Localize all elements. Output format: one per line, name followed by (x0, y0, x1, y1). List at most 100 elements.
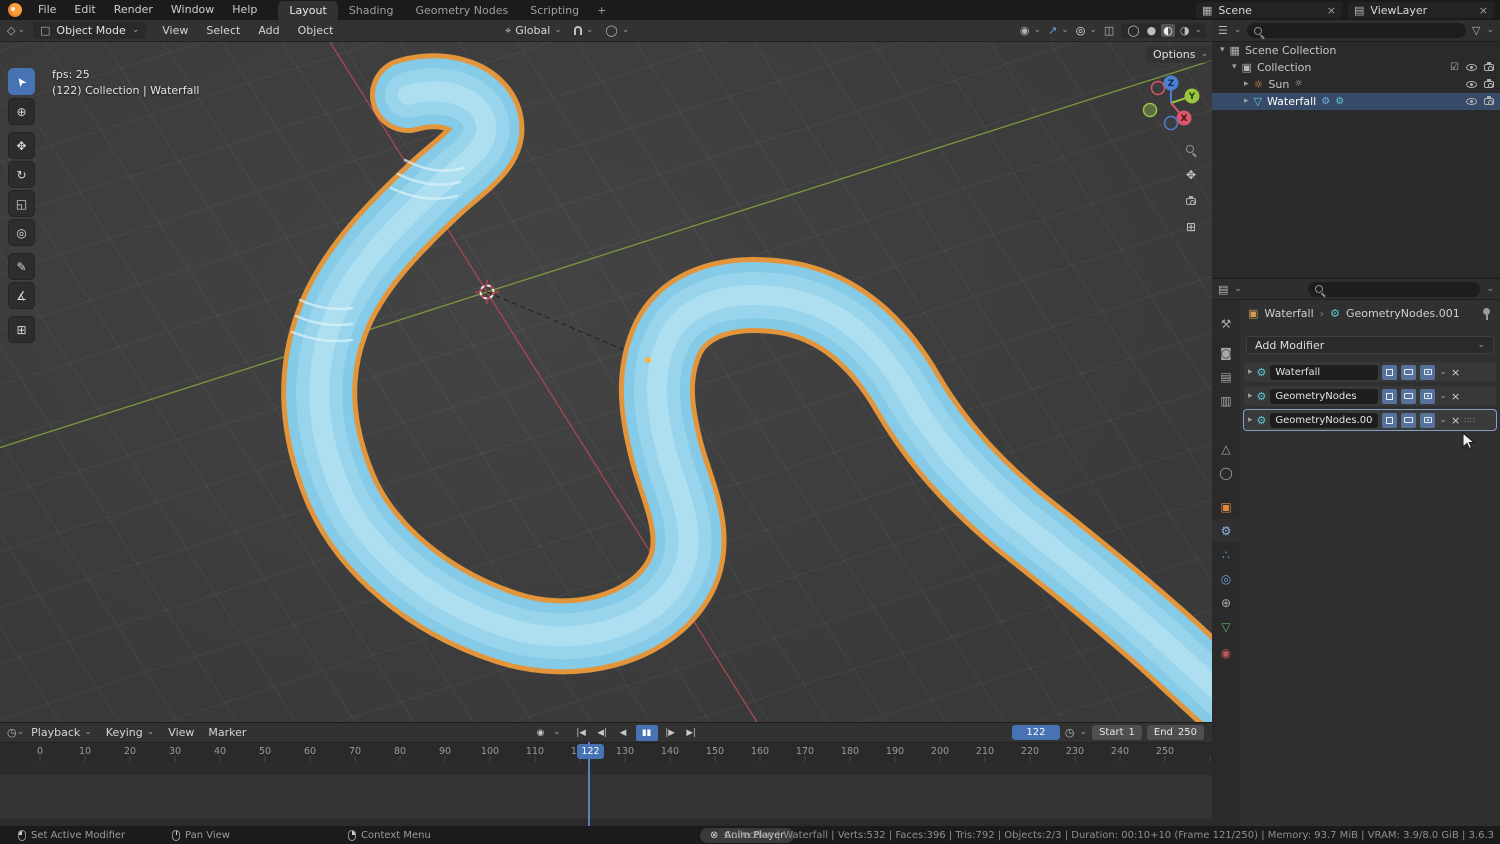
outliner-row-waterfall[interactable]: ▸ ▽ Waterfall ⚙ ⚙ (1212, 93, 1500, 110)
viewlayer-selector[interactable]: ▤ ViewLayer × (1348, 2, 1494, 18)
breadcrumb-modifier[interactable]: GeometryNodes.001 (1346, 307, 1460, 320)
timeline-editor-icon[interactable]: ◷ (7, 727, 17, 738)
editmode-display-toggle[interactable] (1382, 413, 1397, 428)
ortho-toggle-button[interactable]: ⊞ (1186, 220, 1196, 234)
render-display-toggle[interactable] (1420, 413, 1435, 428)
shading-rendered-button[interactable]: ◑ (1178, 24, 1192, 37)
outliner-search[interactable] (1247, 23, 1466, 38)
tab-physics[interactable]: ◎ (1212, 567, 1240, 590)
expand-icon[interactable]: ▸ (1248, 368, 1253, 377)
outliner-search-input[interactable] (1267, 25, 1459, 36)
snapping-toggle[interactable]: ⌄ (574, 26, 594, 35)
tab-tool[interactable]: ⚒ (1212, 312, 1240, 335)
tool-rotate[interactable]: ↻ (8, 161, 35, 188)
expand-icon[interactable]: ▾ (1232, 63, 1237, 72)
viewport-scene[interactable]: Z Y X (0, 42, 1212, 722)
modifier-row-geometrynodes[interactable]: ▸ ⚙ ⌄ × (1244, 386, 1496, 406)
modifier-extras-chevron-icon[interactable]: ⌄ (1439, 368, 1447, 377)
chevron-down-icon[interactable]: ⌄ (1080, 728, 1088, 737)
jump-to-end-button[interactable]: ▶| (683, 725, 700, 741)
current-frame-field[interactable]: 122 (1012, 725, 1060, 740)
gizmos-dropdown[interactable]: ↗ ⌄ (1048, 25, 1069, 36)
autokey-toggle[interactable]: ◉ (532, 725, 549, 741)
expand-icon[interactable]: ▸ (1248, 416, 1253, 425)
realtime-display-toggle[interactable] (1401, 389, 1416, 404)
scene-selector[interactable]: ▦ Scene × (1196, 2, 1342, 18)
eye-icon[interactable] (1466, 81, 1477, 88)
workspace-tab-shading[interactable]: Shading (338, 1, 405, 20)
tab-output[interactable]: ▤ (1212, 365, 1240, 388)
chevron-down-icon[interactable]: ⌄ (17, 728, 25, 737)
viewport-3d[interactable]: Z Y X fps: 25 (122) Collection | Waterfa… (0, 42, 1212, 722)
filter-icon[interactable]: ▽ (1472, 25, 1480, 36)
modifier-close-icon[interactable]: × (1451, 390, 1460, 403)
blender-logo-icon[interactable] (8, 3, 22, 17)
pan-button[interactable]: ✥ (1186, 168, 1196, 182)
visibility-dropdown[interactable]: ◉ ⌄ (1020, 25, 1041, 36)
modifier-row-geometrynodes-001[interactable]: ▸ ⚙ ⌄ × ∷∷ (1244, 410, 1496, 430)
eye-icon[interactable] (1466, 98, 1477, 105)
mode-select[interactable]: □ Object Mode ⌄ (33, 22, 146, 39)
render-display-toggle[interactable] (1420, 389, 1435, 404)
tab-particles[interactable]: ∴ (1212, 543, 1240, 566)
outliner-row-scene-collection[interactable]: ▾ ▦ Scene Collection (1212, 42, 1500, 59)
menu-view[interactable]: View (154, 24, 196, 37)
next-keyframe-button[interactable]: |▶ (662, 725, 679, 741)
proportional-editing-toggle[interactable]: ◯ ⌄ (605, 25, 629, 36)
tab-world[interactable]: ◯ (1212, 461, 1240, 484)
menu-keying[interactable]: Keying ⌄ (99, 726, 162, 739)
tab-constraints[interactable]: ⊕ (1212, 591, 1240, 614)
eye-icon[interactable] (1466, 64, 1477, 71)
menu-edit[interactable]: Edit (65, 0, 104, 20)
tool-scale[interactable]: ◱ (8, 190, 35, 217)
modifier-name-field[interactable] (1270, 389, 1378, 404)
render-visibility-icon[interactable] (1484, 81, 1494, 88)
render-visibility-icon[interactable] (1484, 98, 1494, 105)
transform-orientation-select[interactable]: ⌖ Global ⌄ (505, 24, 562, 37)
stopwatch-icon[interactable]: ◷ (1065, 727, 1075, 738)
modifier-extras-chevron-icon[interactable]: ⌄ (1439, 392, 1447, 401)
jump-to-start-button[interactable]: |◀ (573, 725, 590, 741)
editor-type-chevron-icon[interactable]: ⌄ (17, 26, 25, 35)
viewlayer-unlink-icon[interactable]: × (1479, 4, 1488, 17)
menu-marker[interactable]: Marker (201, 726, 253, 739)
render-visibility-icon[interactable] (1484, 64, 1494, 71)
menu-timeline-view[interactable]: View (161, 726, 201, 739)
modifier-close-icon[interactable]: × (1451, 414, 1460, 427)
breadcrumb-object[interactable]: Waterfall (1264, 307, 1313, 320)
menu-select[interactable]: Select (198, 24, 248, 37)
start-frame-field[interactable]: Start 1 (1092, 725, 1142, 740)
expand-icon[interactable]: ▾ (1220, 46, 1225, 55)
shading-solid-button[interactable]: ● (1145, 24, 1159, 37)
shading-material-button[interactable]: ◐ (1161, 24, 1175, 37)
scene-unlink-icon[interactable]: × (1327, 4, 1336, 17)
pause-button[interactable]: ▮▮ (636, 725, 658, 741)
pin-icon[interactable] (1483, 308, 1490, 315)
expand-icon[interactable]: ▸ (1244, 97, 1249, 106)
menu-render[interactable]: Render (105, 0, 162, 20)
waterfall-object[interactable] (292, 91, 1212, 702)
outliner-editor-icon[interactable]: ☰ (1218, 25, 1228, 36)
menu-add[interactable]: Add (250, 24, 287, 37)
chevron-down-icon[interactable]: ⌄ (622, 26, 630, 35)
chevron-down-icon[interactable]: ⌄ (1234, 26, 1242, 35)
editmode-display-toggle[interactable] (1382, 389, 1397, 404)
tool-annotate[interactable]: ✎ (8, 253, 35, 280)
tool-transform[interactable]: ◎ (8, 219, 35, 246)
menu-help[interactable]: Help (223, 0, 266, 20)
expand-icon[interactable]: ▸ (1244, 80, 1249, 89)
modifier-close-icon[interactable]: × (1451, 366, 1460, 379)
timeline-ruler[interactable]: 0102030405060708090100110120130140150160… (0, 742, 1212, 762)
tab-material[interactable]: ◉ (1212, 641, 1240, 664)
tab-view-layer[interactable]: ▥ (1212, 389, 1240, 412)
add-workspace-button[interactable]: + (590, 1, 613, 20)
add-modifier-button[interactable]: Add Modifier ⌄ (1246, 336, 1494, 354)
tab-modifiers[interactable]: ⚙ (1212, 519, 1240, 542)
menu-window[interactable]: Window (162, 0, 223, 20)
workspace-tab-scripting[interactable]: Scripting (519, 1, 590, 20)
tab-scene[interactable]: △ (1212, 437, 1240, 460)
navigation-gizmo[interactable]: Z Y X (1144, 76, 1200, 130)
zoom-button[interactable] (1186, 142, 1194, 156)
tab-render[interactable]: ◙ (1212, 341, 1240, 364)
chevron-down-icon[interactable]: ⌄ (586, 26, 594, 35)
